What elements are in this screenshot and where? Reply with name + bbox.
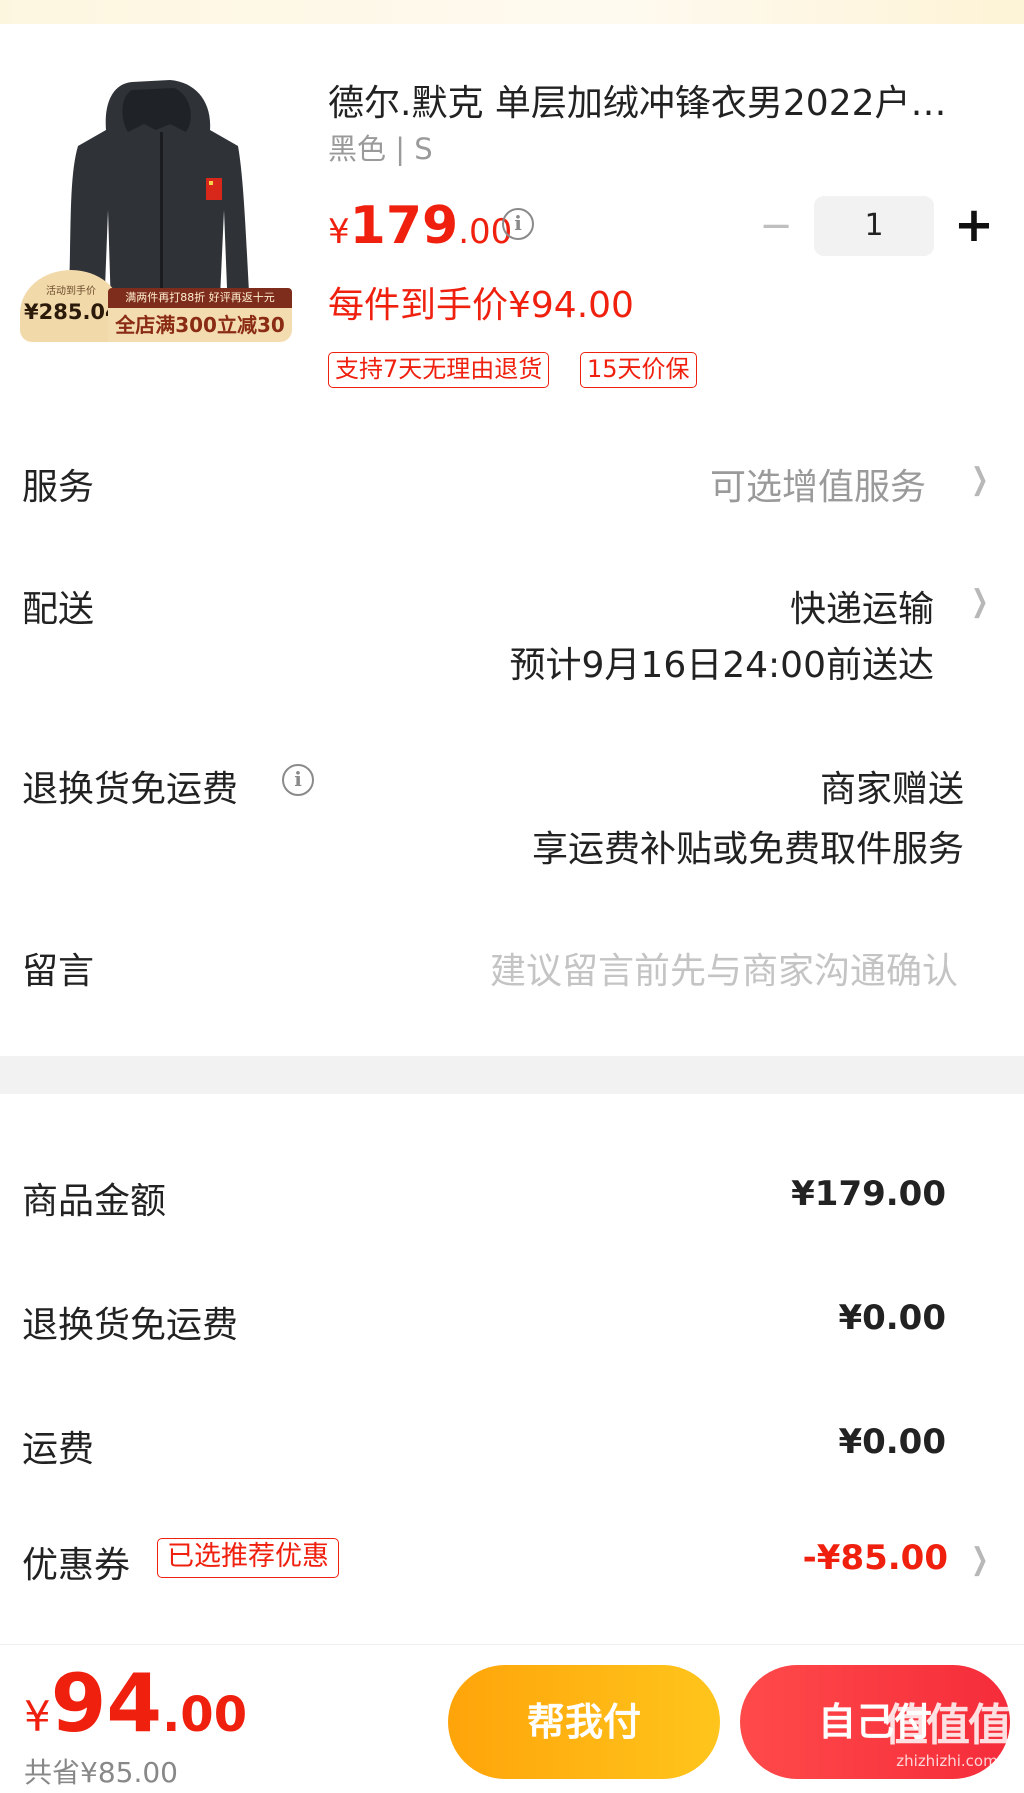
goods-amount-label: 商品金额 xyxy=(22,1181,167,1222)
return-shipping-note: 享运费补贴或免费取件服务 xyxy=(531,829,964,870)
quantity-input[interactable]: 1 xyxy=(814,196,934,256)
unit-final-price: 每件到手价¥94.00 xyxy=(328,285,634,326)
section-divider xyxy=(0,1056,1024,1094)
delivery-method: 快递运输 xyxy=(789,589,934,630)
self-pay-button[interactable]: 自己付 xyxy=(740,1665,1010,1779)
quantity-plus-button[interactable]: + xyxy=(952,200,996,250)
return-info-icon[interactable]: i xyxy=(282,764,314,796)
price-integer: 179 xyxy=(349,196,459,256)
message-label: 留言 xyxy=(22,951,95,992)
return-shipping-value: 商家赠送 xyxy=(819,769,964,810)
price-currency: ¥ xyxy=(328,212,350,252)
product-spec[interactable]: 黑色 | S xyxy=(328,126,433,168)
service-label: 服务 xyxy=(22,467,95,508)
product-price: ¥179.00 xyxy=(328,196,512,256)
total-saved: 共省¥85.00 xyxy=(24,1756,178,1789)
return-fee-value: ¥0.00 xyxy=(838,1298,946,1338)
badge-caption: 活动到手价 xyxy=(46,286,96,297)
service-value: 可选增值服务 xyxy=(709,467,926,508)
tag-price-protection: 15天价保 xyxy=(580,352,697,388)
total-integer: 94 xyxy=(50,1657,163,1750)
badge-strip: 满两件再打88折 好评再返十元 xyxy=(108,288,292,308)
badge-promo: 全店满300立减30元 xyxy=(108,308,292,342)
help-pay-button[interactable]: 帮我付 xyxy=(448,1665,720,1779)
price-info-icon[interactable]: i xyxy=(502,208,534,240)
chevron-right-icon: ❯ xyxy=(971,584,989,619)
shipping-fee-value: ¥0.00 xyxy=(838,1422,946,1462)
coupon-selected-tag: 已选推荐优惠 xyxy=(157,1538,339,1578)
delivery-label: 配送 xyxy=(22,589,95,630)
shipping-fee-label: 运费 xyxy=(22,1429,95,1470)
total-price: ¥94.00 xyxy=(24,1657,247,1750)
total-decimal: .00 xyxy=(162,1687,248,1743)
total-currency: ¥ xyxy=(24,1692,51,1741)
tag-7day-return: 支持7天无理由退货 xyxy=(328,352,550,388)
message-input[interactable]: 建议留言前先与商家沟通确认 xyxy=(490,942,958,994)
product-title[interactable]: 德尔.默克 单层加绒冲锋衣男2022户… xyxy=(328,74,988,126)
quantity-minus-button[interactable]: − xyxy=(756,206,796,246)
goods-amount-value: ¥179.00 xyxy=(791,1174,946,1214)
coupon-label: 优惠券 xyxy=(22,1545,131,1586)
return-shipping-label: 退换货免运费 xyxy=(22,769,239,810)
product-image[interactable]: 活动到手价 ¥285.04 满两件再打88折 好评再返十元 全店满300立减30… xyxy=(20,70,292,342)
coupon-value: -¥85.00 xyxy=(802,1538,948,1578)
badge-amount: ¥285.04 xyxy=(24,300,120,324)
checkout-bar: ¥94.00 共省¥85.00 帮我付 自己付 xyxy=(0,1644,1024,1793)
return-fee-label: 退换货免运费 xyxy=(22,1305,239,1346)
chevron-right-icon: ❯ xyxy=(971,462,989,497)
chevron-right-icon: ❯ xyxy=(971,1542,989,1577)
delivery-eta: 预计9月16日24:00前送达 xyxy=(509,645,934,686)
top-banner-strip xyxy=(0,0,1024,24)
